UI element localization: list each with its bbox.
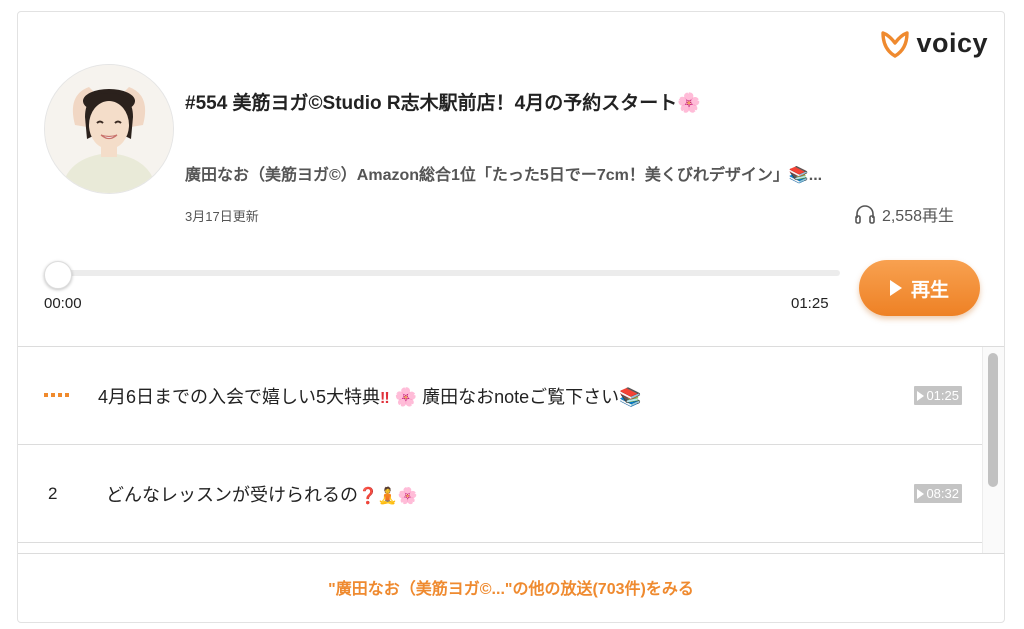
now-playing-indicator-icon (44, 393, 69, 397)
play-button[interactable]: 再生 (859, 260, 980, 316)
play-count: 2,558再生 (854, 202, 954, 226)
play-button-label: 再生 (910, 279, 949, 301)
question-mark-icon: ❓ (358, 487, 378, 505)
chapter-row[interactable]: 4月6日までの入会で嬉しい5大特典‼ 🌸 廣田なおnoteご覧下さい📚 01:2… (18, 347, 982, 445)
total-time: 01:25 (791, 295, 829, 312)
voicy-player-card: voicy #554 美筋ヨガ©Studio R志木駅前店！4月の予約スタート🌸… (17, 11, 1005, 623)
chapter-duration: 08:32 (914, 484, 962, 503)
chapter-title: 4月6日までの入会で嬉しい5大特典‼ 🌸 廣田なおnoteご覧下さい📚 (98, 386, 642, 407)
play-icon (917, 390, 925, 401)
chapter-row[interactable]: 2 どんなレッスンが受けられるの❓🧘🌸 08:32 (18, 445, 982, 543)
voicy-logo[interactable]: voicy (880, 28, 988, 59)
chapter-list: 4月6日までの入会で嬉しい5大特典‼ 🌸 廣田なおnoteご覧下さい📚 01:2… (18, 347, 982, 553)
progress-handle[interactable] (44, 261, 72, 289)
headphones-icon (855, 205, 875, 224)
chapter-title: どんなレッスンが受けられるの❓🧘🌸 (106, 484, 418, 505)
chapter-duration: 01:25 (914, 386, 962, 405)
divider (18, 553, 1004, 554)
voicy-logo-text: voicy (916, 28, 988, 58)
scrollbar-thumb[interactable] (988, 353, 998, 487)
double-exclamation-icon: ‼ (380, 389, 390, 407)
avatar-photo (45, 65, 173, 193)
play-icon (917, 488, 925, 499)
play-count-value: 2,558再生 (881, 208, 954, 225)
channel-description[interactable]: 廣田なお（美筋ヨガ©）Amazon総合1位「たった5日でー7cm！美くびれデザイ… (185, 161, 957, 185)
voicy-logo-icon (881, 30, 910, 58)
avatar[interactable] (44, 64, 174, 194)
progress-track[interactable] (58, 270, 840, 276)
chapter-number: 2 (48, 483, 58, 503)
current-time: 00:00 (44, 295, 82, 312)
more-broadcasts-link[interactable]: "廣田なお（美筋ヨガ©..."の他の放送(703件)をみる (18, 575, 1004, 599)
updated-date: 3月17日更新 (185, 209, 259, 224)
episode-title: #554 美筋ヨガ©Studio R志木駅前店！4月の予約スタート🌸 (185, 93, 701, 114)
play-icon (889, 280, 902, 296)
